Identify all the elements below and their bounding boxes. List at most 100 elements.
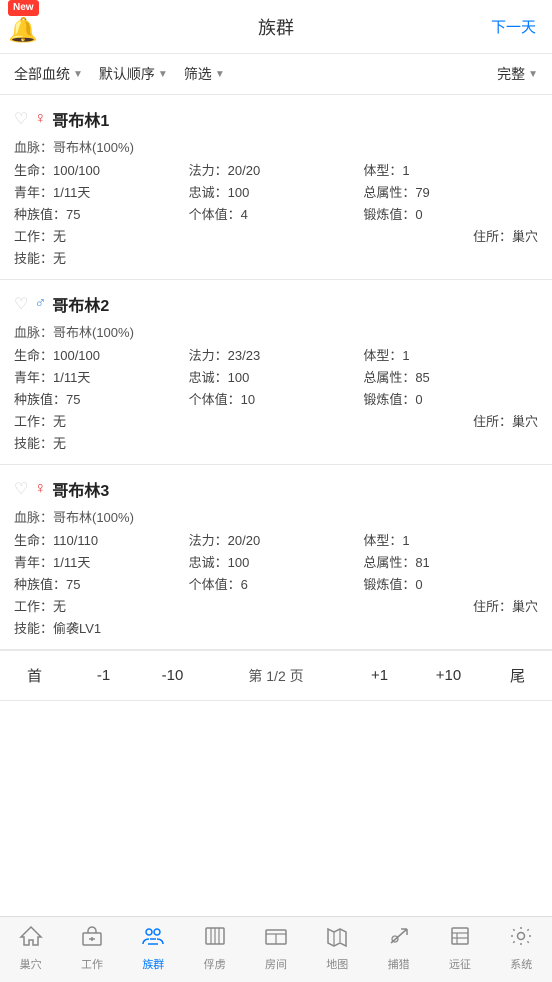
completeness-filter[interactable]: 完整 ▼ <box>497 64 538 84</box>
room-icon <box>264 925 288 953</box>
nav-system[interactable]: 系统 <box>496 925 546 972</box>
stat-mp: 法力：20/20 <box>189 160 364 179</box>
prison-icon <box>203 925 227 953</box>
nav-cave[interactable]: 巢穴 <box>6 925 56 972</box>
page-info: 第 1/2 页 <box>207 666 345 686</box>
remote-icon <box>448 925 472 953</box>
work-label: 工作 <box>81 956 103 972</box>
tribe-icon <box>141 925 165 953</box>
map-label: 地图 <box>326 956 348 972</box>
completeness-arrow: ▼ <box>528 69 538 80</box>
creature-name: 哥布林1 <box>52 107 109 131</box>
stat-forge: 锻炼值：0 <box>363 389 538 408</box>
nav-hunt[interactable]: 捕猎 <box>374 925 424 972</box>
stat-mp: 法力：23/23 <box>189 345 364 364</box>
header: New 🔔 族群 下一天 <box>0 0 552 54</box>
content-area: ♡ ♀ 哥布林1 血脉：哥布林(100%) 生命：100/100 法力：20/2… <box>0 95 552 771</box>
stat-total-attr: 总属性：85 <box>363 367 538 386</box>
new-badge-container: New 🔔 <box>8 0 39 45</box>
hunt-icon <box>387 925 411 953</box>
stat-loyalty: 忠诚：100 <box>189 552 364 571</box>
stat-skill: 技能：无 <box>14 248 538 267</box>
work-icon <box>80 925 104 953</box>
creature-name: 哥布林2 <box>52 292 109 316</box>
stat-home: 住所：巢穴 <box>189 411 538 430</box>
stat-skill: 技能：无 <box>14 433 538 452</box>
next10-button[interactable]: +10 <box>414 663 483 688</box>
stat-body: 体型：1 <box>363 530 538 549</box>
stat-work: 工作：无 <box>14 596 189 615</box>
stat-youth: 青年：1/11天 <box>14 552 189 571</box>
nav-tribe[interactable]: 族群 <box>128 925 178 972</box>
stat-individual: 个体值：10 <box>189 389 364 408</box>
creature-card[interactable]: ♡ ♀ 哥布林1 血脉：哥布林(100%) 生命：100/100 法力：20/2… <box>0 95 552 280</box>
creature-card[interactable]: ♡ ♂ 哥布林2 血脉：哥布林(100%) 生命：100/100 法力：23/2… <box>0 280 552 465</box>
filter-bar: 全部血统 ▼ 默认顺序 ▼ 筛选 ▼ 完整 ▼ <box>0 54 552 95</box>
filter-arrow: ▼ <box>215 69 225 80</box>
stat-youth: 青年：1/11天 <box>14 182 189 201</box>
stat-forge: 锻炼值：0 <box>363 204 538 223</box>
order-filter[interactable]: 默认顺序 ▼ <box>99 64 168 84</box>
nav-map[interactable]: 地图 <box>312 925 362 972</box>
nav-remote[interactable]: 远征 <box>435 925 485 972</box>
creature-name: 哥布林3 <box>52 477 109 501</box>
nav-prison[interactable]: 俘虏 <box>190 925 240 972</box>
page-title: 族群 <box>258 14 294 40</box>
system-icon <box>509 925 533 953</box>
creature-list: ♡ ♀ 哥布林1 血脉：哥布林(100%) 生命：100/100 法力：20/2… <box>0 95 552 650</box>
gender-icon: ♀ <box>34 480 46 498</box>
stat-work: 工作：无 <box>14 411 189 430</box>
stat-work: 工作：无 <box>14 226 189 245</box>
creature-card[interactable]: ♡ ♀ 哥布林3 血脉：哥布林(100%) 生命：110/110 法力：20/2… <box>0 465 552 650</box>
stat-tribe: 种族值：75 <box>14 389 189 408</box>
creature-bloodline: 血脉：哥布林(100%) <box>14 137 538 156</box>
room-label: 房间 <box>265 956 287 972</box>
pagination: 首 -1 -10 第 1/2 页 +1 +10 尾 <box>0 650 552 701</box>
stat-home: 住所：巢穴 <box>189 596 538 615</box>
prev1-button[interactable]: -1 <box>69 663 138 688</box>
stat-home: 住所：巢穴 <box>189 226 538 245</box>
app-icon: 🔔 <box>8 16 38 45</box>
stat-forge: 锻炼值：0 <box>363 574 538 593</box>
prev10-button[interactable]: -10 <box>138 663 207 688</box>
stat-mp: 法力：20/20 <box>189 530 364 549</box>
creature-bloodline: 血脉：哥布林(100%) <box>14 507 538 526</box>
order-arrow: ▼ <box>158 69 168 80</box>
stat-hp: 生命：100/100 <box>14 160 189 179</box>
last-page-button[interactable]: 尾 <box>483 661 552 690</box>
remote-label: 远征 <box>449 956 471 972</box>
next-day-button[interactable]: 下一天 <box>491 16 536 37</box>
stat-skill: 技能：偷袭LV1 <box>14 618 538 637</box>
creature-header: ♡ ♀ 哥布林1 <box>14 107 538 131</box>
creature-stats: 生命：100/100 法力：23/23 体型：1 青年：1/11天 忠诚：100… <box>14 345 538 452</box>
heart-icon: ♡ <box>14 294 28 314</box>
creature-header: ♡ ♂ 哥布林2 <box>14 292 538 316</box>
hunt-label: 捕猎 <box>388 956 410 972</box>
bloodline-arrow: ▼ <box>73 69 83 80</box>
filter-button[interactable]: 筛选 ▼ <box>184 64 225 84</box>
new-badge: New <box>8 0 39 16</box>
stat-body: 体型：1 <box>363 345 538 364</box>
gender-icon: ♀ <box>34 110 46 128</box>
creature-header: ♡ ♀ 哥布林3 <box>14 477 538 501</box>
bottom-nav: 巢穴 工作 族群 <box>0 916 552 982</box>
stat-youth: 青年：1/11天 <box>14 367 189 386</box>
stat-loyalty: 忠诚：100 <box>189 182 364 201</box>
cave-icon <box>19 925 43 953</box>
gender-icon: ♂ <box>34 295 46 313</box>
stat-total-attr: 总属性：81 <box>363 552 538 571</box>
bloodline-filter[interactable]: 全部血统 ▼ <box>14 64 83 84</box>
stat-individual: 个体值：4 <box>189 204 364 223</box>
nav-room[interactable]: 房间 <box>251 925 301 972</box>
first-page-button[interactable]: 首 <box>0 661 69 690</box>
next1-button[interactable]: +1 <box>345 663 414 688</box>
stat-body: 体型：1 <box>363 160 538 179</box>
prison-label: 俘虏 <box>204 956 226 972</box>
creature-bloodline: 血脉：哥布林(100%) <box>14 322 538 341</box>
nav-work[interactable]: 工作 <box>67 925 117 972</box>
stat-individual: 个体值：6 <box>189 574 364 593</box>
map-icon <box>325 925 349 953</box>
stat-tribe: 种族值：75 <box>14 574 189 593</box>
creature-stats: 生命：100/100 法力：20/20 体型：1 青年：1/11天 忠诚：100… <box>14 160 538 267</box>
stat-loyalty: 忠诚：100 <box>189 367 364 386</box>
